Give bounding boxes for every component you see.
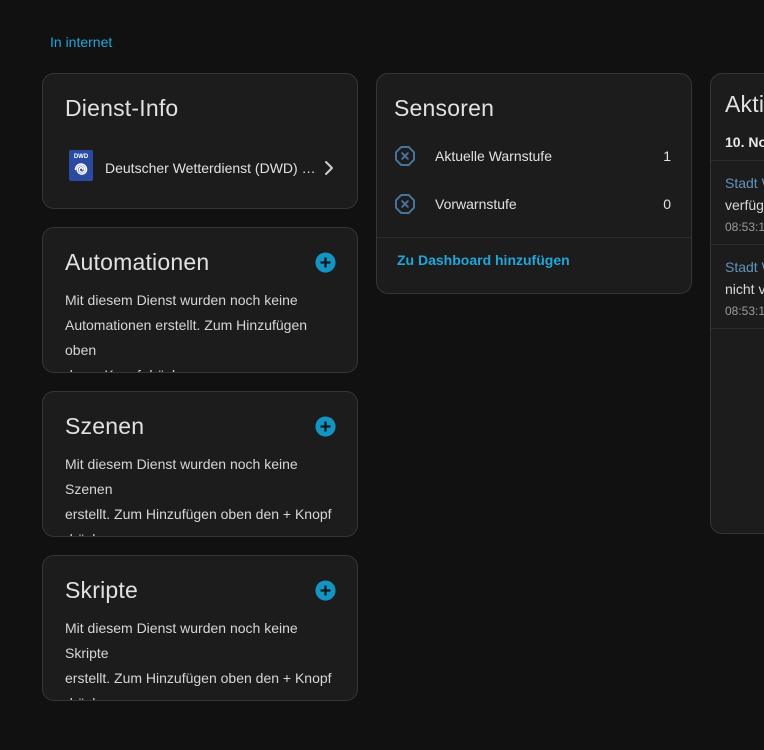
logbook-entity-link[interactable]: Stadt W bbox=[725, 256, 764, 278]
svg-text:DWD: DWD bbox=[74, 154, 89, 160]
scenes-title: Szenen bbox=[65, 412, 144, 440]
logbook-timestamp: 08:53:1 bbox=[725, 303, 764, 319]
logbook-entry: Stadt W verfügb 08:53:1 bbox=[711, 161, 764, 245]
logbook-state-text: nicht ve bbox=[725, 278, 764, 300]
column-left: Dienst-Info DWD Deutscher Wetterdienst (… bbox=[42, 73, 358, 701]
entity-row-aktuelle-warnstufe[interactable]: Aktuelle Warnstufe 1 bbox=[393, 132, 671, 180]
add-scene-button plus-circle-icon[interactable] bbox=[313, 414, 337, 438]
close-octagon-icon bbox=[393, 144, 417, 168]
entity-name: Vorwarnstufe bbox=[435, 196, 663, 212]
logbook-timestamp: 08:53:1 bbox=[725, 219, 764, 235]
breadcrumb-area-link[interactable]: In internet bbox=[50, 34, 112, 50]
sensors-title: Sensoren bbox=[377, 94, 691, 122]
logbook-entry: Stadt W nicht ve 08:53:1 bbox=[711, 245, 764, 329]
scenes-card: Szenen Mit diesem Dienst wurden noch kei… bbox=[42, 391, 358, 537]
service-info-title: Dienst-Info bbox=[43, 94, 357, 122]
scripts-card: Skripte Mit diesem Dienst wurden noch ke… bbox=[42, 555, 358, 701]
entity-state-value: 1 bbox=[663, 148, 671, 164]
integration-name: Deutscher Wetterdienst (DWD) … bbox=[105, 160, 319, 176]
automations-empty-text: Mit diesem Dienst wurden noch keine Auto… bbox=[65, 288, 337, 373]
chevron-right-icon bbox=[319, 160, 339, 176]
activity-card: Aktivität 10. November Stadt W verfügb 0… bbox=[710, 73, 764, 534]
scripts-title: Skripte bbox=[65, 576, 138, 604]
dwd-logo-icon: DWD bbox=[69, 150, 93, 186]
entity-row-vorwarnstufe[interactable]: Vorwarnstufe 0 bbox=[393, 180, 671, 228]
logbook-date-header: 10. November bbox=[711, 118, 764, 161]
entity-name: Aktuelle Warnstufe bbox=[435, 148, 663, 164]
device-page: In internet Dienst-Info DWD Deutscher We… bbox=[0, 0, 764, 701]
add-to-dashboard-link[interactable]: Zu Dashboard hinzufügen bbox=[397, 252, 570, 268]
sensors-card: Sensoren Aktuelle Warnstufe 1 bbox=[376, 73, 692, 294]
automations-card: Automationen Mit diesem Dienst wurden no… bbox=[42, 227, 358, 373]
logbook-state-text: verfügb bbox=[725, 194, 764, 216]
add-automation-button plus-circle-icon[interactable] bbox=[313, 250, 337, 274]
sensors-card-actions: Zu Dashboard hinzufügen bbox=[377, 237, 691, 284]
scenes-empty-text: Mit diesem Dienst wurden noch keine Szen… bbox=[65, 452, 337, 537]
card-columns: Dienst-Info DWD Deutscher Wetterdienst (… bbox=[42, 73, 764, 701]
integration-row-dwd[interactable]: DWD Deutscher Wetterdienst (DWD) … bbox=[43, 142, 357, 194]
close-octagon-icon bbox=[393, 192, 417, 216]
logbook-entity-link[interactable]: Stadt W bbox=[725, 172, 764, 194]
add-script-button plus-circle-icon[interactable] bbox=[313, 578, 337, 602]
activity-title: Aktivität bbox=[711, 90, 764, 118]
column-middle: Sensoren Aktuelle Warnstufe 1 bbox=[376, 73, 692, 294]
scripts-empty-text: Mit diesem Dienst wurden noch keine Skri… bbox=[65, 616, 337, 701]
automations-title: Automationen bbox=[65, 248, 209, 276]
service-info-card: Dienst-Info DWD Deutscher Wetterdienst (… bbox=[42, 73, 358, 209]
column-right: Aktivität 10. November Stadt W verfügb 0… bbox=[710, 73, 764, 534]
entity-state-value: 0 bbox=[663, 196, 671, 212]
